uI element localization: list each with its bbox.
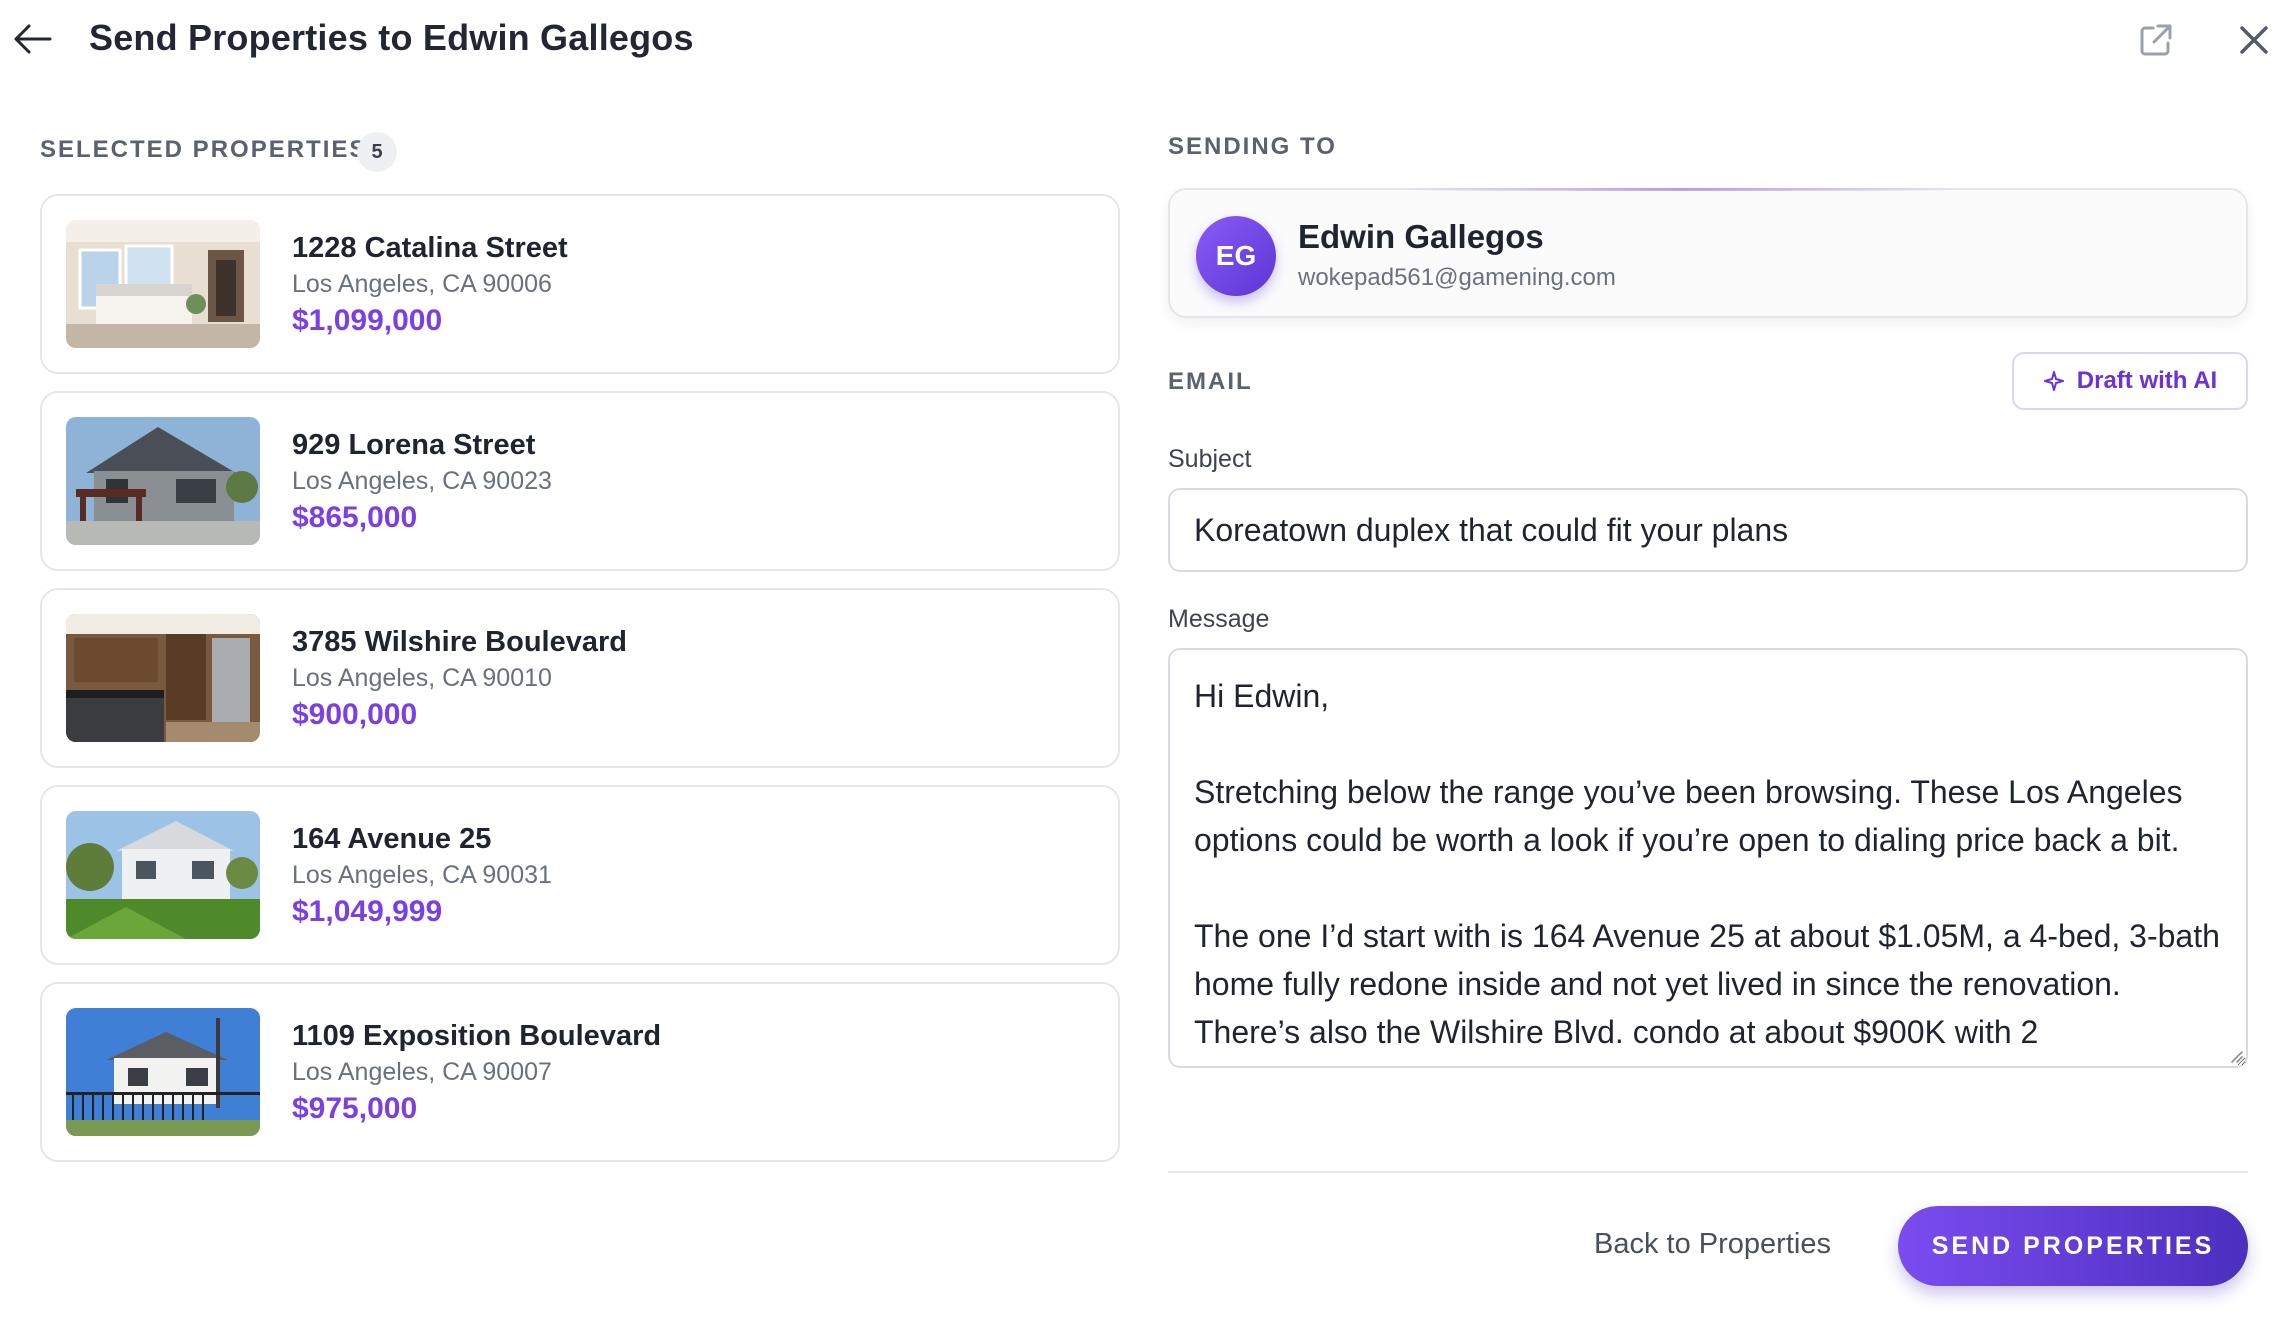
subject-label: Subject	[1168, 445, 1252, 473]
property-city: Los Angeles, CA 90007	[292, 1058, 552, 1086]
draft-button-label: Draft with AI	[2076, 367, 2218, 394]
property-address: 1228 Catalina Street	[292, 232, 568, 264]
sending-to-label: SENDING TO	[1168, 133, 1337, 160]
property-city: Los Angeles, CA 90031	[292, 861, 552, 889]
send-properties-button[interactable]: SEND PROPERTIES	[1898, 1206, 2248, 1286]
arrow-left-icon[interactable]	[10, 16, 56, 62]
modal-header: Send Properties to Edwin Gallegos	[0, 0, 2289, 80]
property-card[interactable]: 1228 Catalina Street Los Angeles, CA 900…	[40, 194, 1120, 374]
property-card[interactable]: 164 Avenue 25 Los Angeles, CA 90031 $1,0…	[40, 785, 1120, 965]
property-photo-bedroom	[66, 220, 260, 348]
external-link-icon[interactable]	[2136, 20, 2176, 60]
property-price: $865,000	[292, 501, 418, 534]
resize-handle-icon[interactable]	[2228, 1048, 2244, 1064]
property-price: $975,000	[292, 1092, 418, 1125]
message-label: Message	[1168, 605, 1270, 633]
property-address: 3785 Wilshire Boulevard	[292, 626, 627, 658]
close-icon[interactable]	[2232, 18, 2276, 62]
property-city: Los Angeles, CA 90023	[292, 467, 552, 495]
message-textarea[interactable]: Hi Edwin, Stretching below the range you…	[1168, 648, 2248, 1068]
recipient-card: EG Edwin Gallegos wokepad561@gamening.co…	[1168, 188, 2248, 318]
property-address: 929 Lorena Street	[292, 429, 536, 461]
card-accent-line	[1400, 188, 1960, 191]
page-title: Send Properties to Edwin Gallegos	[89, 17, 694, 58]
property-address: 1109 Exposition Boulevard	[292, 1020, 662, 1052]
property-city: Los Angeles, CA 90010	[292, 664, 552, 692]
property-photo-craftsman-house	[66, 417, 260, 545]
property-address: 164 Avenue 25	[292, 823, 492, 855]
avatar: EG	[1196, 216, 1276, 296]
recipient-name: Edwin Gallegos	[1298, 218, 1544, 255]
email-section-label: EMAIL	[1168, 368, 1253, 395]
property-photo-white-house-lawn	[66, 811, 260, 939]
back-to-properties-link[interactable]: Back to Properties	[1594, 1228, 1831, 1261]
property-photo-kitchen	[66, 614, 260, 742]
footer-divider	[1168, 1171, 2248, 1173]
property-card[interactable]: 929 Lorena Street Los Angeles, CA 90023 …	[40, 391, 1120, 571]
subject-input[interactable]	[1168, 488, 2248, 572]
draft-with-ai-button[interactable]: Draft with AI	[2012, 352, 2248, 410]
sparkle-icon	[2043, 371, 2064, 391]
property-photo-bungalow-fence	[66, 1008, 260, 1136]
property-price: $1,099,000	[292, 304, 443, 337]
property-card[interactable]: 1109 Exposition Boulevard Los Angeles, C…	[40, 982, 1120, 1162]
property-list: 1228 Catalina Street Los Angeles, CA 900…	[40, 194, 1120, 1179]
selected-properties-label: SELECTED PROPERTIES	[40, 136, 368, 163]
property-city: Los Angeles, CA 90006	[292, 270, 552, 298]
property-price: $1,049,999	[292, 895, 443, 928]
recipient-email: wokepad561@gamening.com	[1298, 264, 1616, 291]
property-card[interactable]: 3785 Wilshire Boulevard Los Angeles, CA …	[40, 588, 1120, 768]
selected-count-badge: 5	[357, 132, 397, 172]
property-price: $900,000	[292, 698, 418, 731]
